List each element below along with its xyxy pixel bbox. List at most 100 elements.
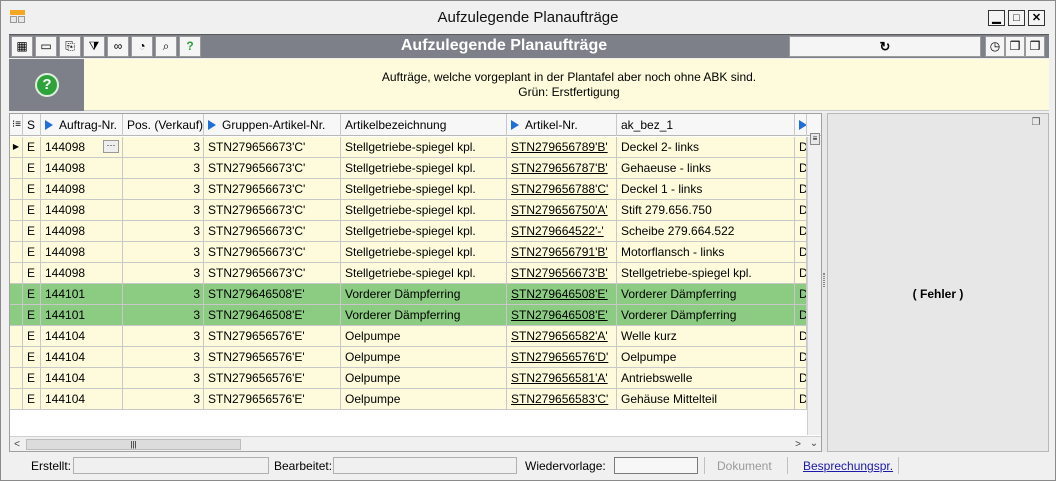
row-indicator[interactable] <box>10 368 23 388</box>
row-indicator[interactable] <box>10 347 23 367</box>
cell-pos: 3 <box>123 158 204 178</box>
row-indicator[interactable] <box>10 284 23 304</box>
grid-layout-icon[interactable]: ▦ <box>11 36 33 57</box>
scroll-left-icon[interactable]: < <box>10 437 24 452</box>
column-header-5[interactable]: Artikel-Nr. <box>507 114 617 136</box>
row-indicator[interactable] <box>10 158 23 178</box>
cell-auftrag: 144098 <box>41 179 123 199</box>
cell-bez: Stellgetriebe-spiegel kpl. <box>341 221 507 241</box>
refresh-button[interactable]: ↻ <box>789 36 981 57</box>
cell-last: D <box>795 200 807 220</box>
cell-artikel[interactable]: STN279656583'C' <box>507 389 617 409</box>
row-indicator[interactable]: ▶ <box>10 137 23 157</box>
help-tile[interactable]: ? <box>9 59 84 111</box>
column-header-4[interactable]: Artikelbezeichnung <box>341 114 507 136</box>
row-indicator[interactable] <box>10 305 23 325</box>
table-row[interactable]: E 144104 3 STN279656576'E' Oelpumpe STN279656… <box>10 347 807 368</box>
minimize-button[interactable]: ▁ <box>988 10 1005 26</box>
table-row[interactable]: E 144098 3 STN279656673'C' Stellgetriebe-spi… <box>10 158 807 179</box>
cell-artikel[interactable]: STN279656788'C' <box>507 179 617 199</box>
hscroll-thumb[interactable]: ||| <box>26 439 241 450</box>
table-row[interactable]: E 144104 3 STN279656576'E' Oelpumpe STN279656… <box>10 389 807 410</box>
row-indicator[interactable] <box>10 389 23 409</box>
table-row[interactable]: ▶ E 144098 ··· 3 STN279656673'C' Stellgetriebe… <box>10 137 807 158</box>
sort-arrow-icon <box>208 120 216 130</box>
close-button[interactable]: ✕ <box>1028 10 1045 26</box>
cell-s: E <box>23 263 41 283</box>
cell-auftrag: 144104 <box>41 326 123 346</box>
column-header-7[interactable] <box>795 114 807 136</box>
dokument-link[interactable]: Dokument <box>717 459 772 473</box>
cell-pos: 3 <box>123 389 204 409</box>
column-header-3[interactable]: Gruppen-Artikel-Nr. <box>204 114 341 136</box>
cell-last: D <box>795 368 807 388</box>
table-row[interactable]: E 144101 3 STN279646508'E' Vorderer Dämpferr… <box>10 284 807 305</box>
scroll-right-icon[interactable]: > <box>791 437 805 452</box>
cell-last: D <box>795 263 807 283</box>
cell-artikel[interactable]: STN279664522'-' <box>507 221 617 241</box>
cell-artikel[interactable]: STN279656576'D' <box>507 347 617 367</box>
filter-icon[interactable]: ⧩ <box>83 36 105 57</box>
column-header-6[interactable]: ak_bez_1 <box>617 114 795 136</box>
cell-artikel[interactable]: STN279656787'B' <box>507 158 617 178</box>
row-indicator[interactable] <box>10 221 23 241</box>
row-indicator[interactable] <box>10 326 23 346</box>
cell-last: D <box>795 242 807 262</box>
table-row[interactable]: E 144098 3 STN279656673'C' Stellgetriebe-spi… <box>10 200 807 221</box>
column-header-0[interactable]: S <box>23 114 41 136</box>
column-header-2[interactable]: Pos. (Verkauf) <box>123 114 204 136</box>
ellipsis-button[interactable]: ··· <box>103 140 119 153</box>
window-icon[interactable]: ▭ <box>35 36 57 57</box>
status-bar: Erstellt: Bearbeitet: Wiedervorlage: Dok… <box>9 456 1049 476</box>
cell-auftrag: 144101 <box>41 305 123 325</box>
cell-ak: Vorderer Dämpferring <box>617 305 795 325</box>
table-row[interactable]: E 144101 3 STN279646508'E' Vorderer Dämpferr… <box>10 305 807 326</box>
cell-bez: Oelpumpe <box>341 368 507 388</box>
clock-document-icon[interactable]: ◔ <box>131 36 153 57</box>
cell-artikel[interactable]: STN279656750'A' <box>507 200 617 220</box>
clock-icon[interactable]: ◷ <box>985 36 1005 57</box>
cell-artikel[interactable]: STN279656581'A' <box>507 368 617 388</box>
cell-artikel[interactable]: STN279656582'A' <box>507 326 617 346</box>
table-row[interactable]: E 144098 3 STN279656673'C' Stellgetriebe-spi… <box>10 179 807 200</box>
cell-artikel[interactable]: STN279646508'E' <box>507 305 617 325</box>
table-row[interactable]: E 144098 3 STN279656673'C' Stellgetriebe-spi… <box>10 263 807 284</box>
cell-bez: Vorderer Dämpferring <box>341 284 507 304</box>
scroll-down-icon[interactable]: ⌄ <box>807 436 821 451</box>
cell-auftrag: 144104 <box>41 368 123 388</box>
cell-bez: Stellgetriebe-spiegel kpl. <box>341 158 507 178</box>
maximize-button[interactable]: □ <box>1008 10 1025 26</box>
view-glasses-icon[interactable]: ∞ <box>107 36 129 57</box>
restore-panel-icon[interactable]: ❐ <box>1029 117 1043 129</box>
column-chooser-icon[interactable]: ⁝≡ <box>10 114 23 136</box>
cube-icon[interactable]: ❒ <box>1005 36 1025 57</box>
cell-artikel[interactable]: STN279646508'E' <box>507 284 617 304</box>
help-icon[interactable]: ? <box>179 36 201 57</box>
cell-bez: Oelpumpe <box>341 389 507 409</box>
vertical-scrollbar[interactable]: ≡ <box>807 133 821 435</box>
cell-auftrag: 144104 <box>41 389 123 409</box>
cell-pos: 3 <box>123 263 204 283</box>
scroll-thumb[interactable]: ≡ <box>810 133 820 145</box>
row-indicator[interactable] <box>10 263 23 283</box>
copy-document-icon[interactable]: ⎘ <box>59 36 81 57</box>
table-row[interactable]: E 144104 3 STN279656576'E' Oelpumpe STN279656… <box>10 368 807 389</box>
cube-green-icon[interactable]: ❒ <box>1025 36 1045 57</box>
cell-auftrag: 144098 ··· <box>41 137 123 157</box>
search-magnifier-icon[interactable]: ⌕ <box>155 36 177 57</box>
row-indicator[interactable] <box>10 179 23 199</box>
column-header-label: Artikelbezeichnung <box>345 118 447 132</box>
table-row[interactable]: E 144098 3 STN279656673'C' Stellgetriebe-spi… <box>10 221 807 242</box>
table-row[interactable]: E 144104 3 STN279656576'E' Oelpumpe STN279656… <box>10 326 807 347</box>
row-indicator[interactable] <box>10 200 23 220</box>
cell-artikel[interactable]: STN279656789'B' <box>507 137 617 157</box>
column-header-1[interactable]: Auftrag-Nr. <box>41 114 123 136</box>
cell-artikel[interactable]: STN279656791'B' <box>507 242 617 262</box>
cell-artikel[interactable]: STN279656673'B' <box>507 263 617 283</box>
cell-ak: Scheibe 279.664.522 <box>617 221 795 241</box>
wiedervorlage-field[interactable] <box>614 457 698 474</box>
row-indicator[interactable] <box>10 242 23 262</box>
table-row[interactable]: E 144098 3 STN279656673'C' Stellgetriebe-spi… <box>10 242 807 263</box>
horizontal-scrollbar[interactable]: < ||| > <box>10 436 821 451</box>
besprechung-link[interactable]: Besprechungspr. <box>803 459 893 473</box>
